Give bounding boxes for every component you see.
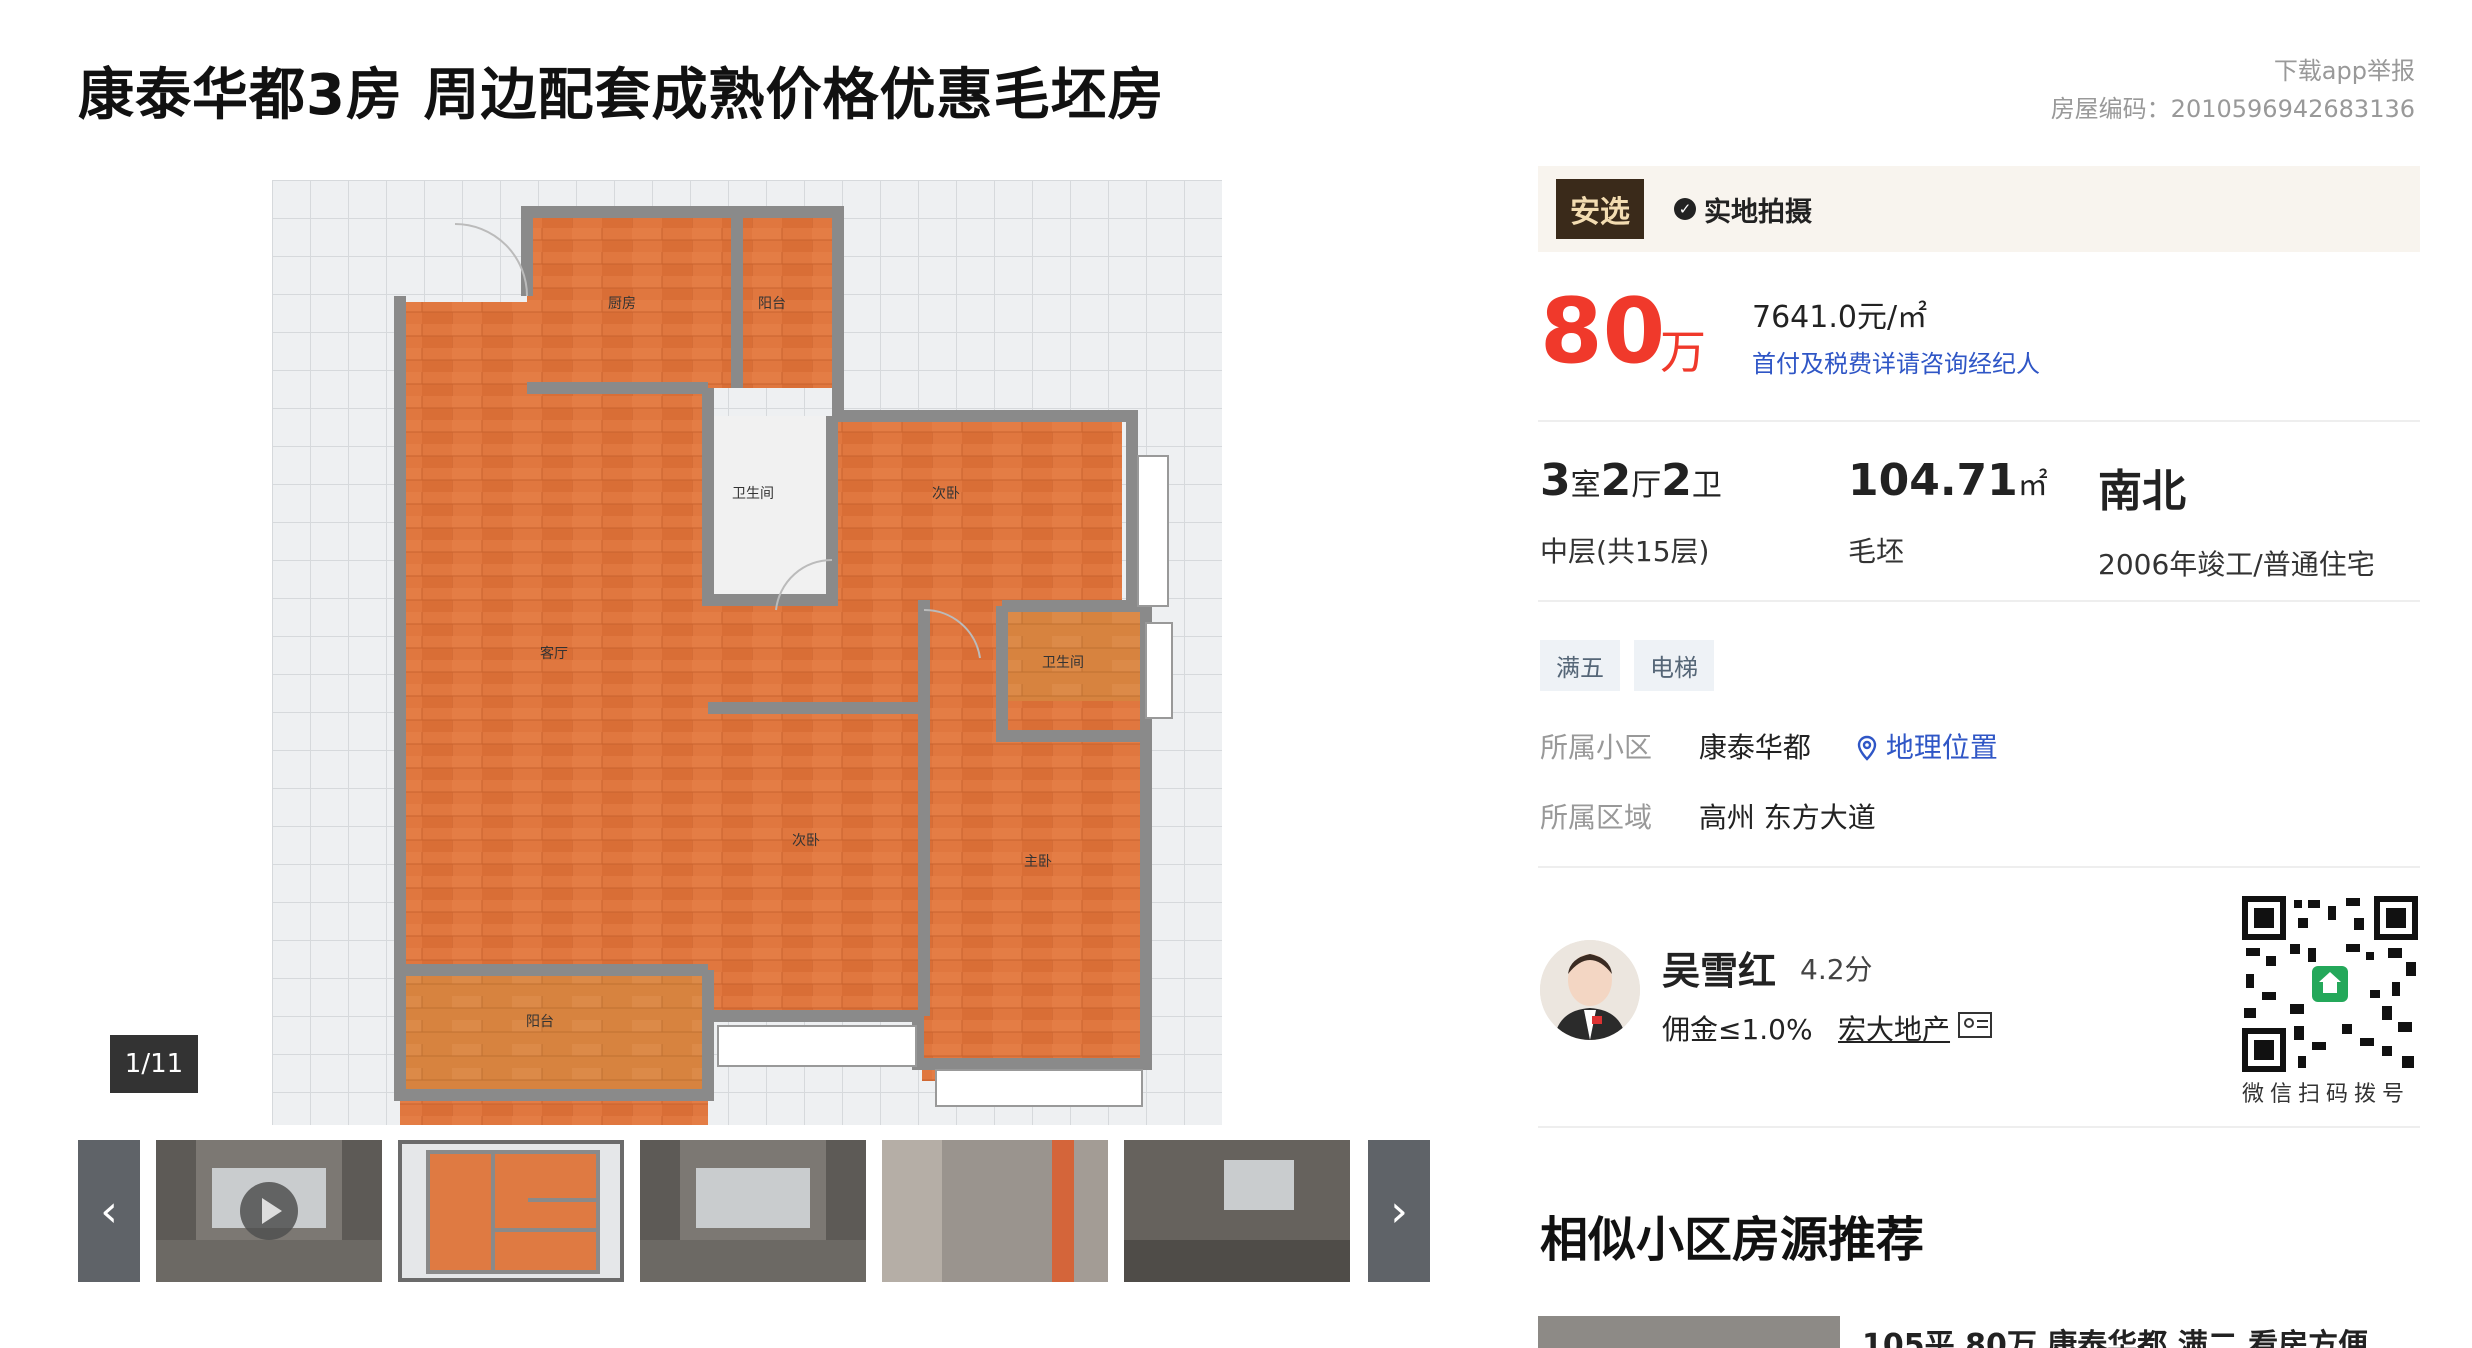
community-row: 所属小区 康泰华都 地理位置 xyxy=(1540,726,1998,766)
area-value: 104.71㎡ xyxy=(1848,455,2048,506)
agent-company-link[interactable]: 宏大地产 xyxy=(1838,1008,1950,1048)
room-label: 客厅 xyxy=(540,645,568,662)
room-label: 卫生间 xyxy=(1042,655,1084,671)
room-label: 主卧 xyxy=(1024,854,1052,870)
image-counter: 1/11 xyxy=(110,1035,198,1093)
qr-code-icon xyxy=(2242,896,2418,1072)
geo-location-link[interactable]: 地理位置 xyxy=(1856,731,1998,764)
orientation-value: 南北 xyxy=(2098,466,2186,517)
thumbnail-floorplan[interactable] xyxy=(398,1140,624,1282)
room-label: 次卧 xyxy=(792,833,820,849)
region-value[interactable]: 高州 东方大道 xyxy=(1699,801,1876,834)
divider xyxy=(1538,1126,2420,1128)
main-floorplan-image[interactable]: 厨房 阳台 卫生间 次卧 客厅 卫生间 次卧 主卧 阳台 xyxy=(272,180,1222,1125)
room-label: 阳台 xyxy=(758,296,786,312)
prev-thumb-button[interactable]: ‹ xyxy=(78,1140,140,1282)
thumbnail-photo[interactable] xyxy=(882,1140,1108,1282)
location-pin-icon xyxy=(1857,735,1877,761)
tax-consult-link[interactable]: 首付及税费详请咨询经纪人 xyxy=(1752,344,2040,379)
top-meta: 下载app举报 房屋编码：2010596942683136 xyxy=(2051,52,2415,128)
room-label: 卫生间 xyxy=(732,486,774,502)
decoration-info: 毛坯 xyxy=(1848,535,1905,568)
report-link[interactable]: 下载app举报 xyxy=(2051,52,2415,90)
business-card-icon[interactable] xyxy=(1958,1012,1992,1038)
agent-commission: 佣金≤1.0% xyxy=(1662,1013,1813,1046)
chevron-right-icon: › xyxy=(1390,1185,1408,1237)
thumbnail-strip: ‹ › xyxy=(78,1140,1430,1282)
next-thumb-button[interactable]: › xyxy=(1368,1140,1430,1282)
play-icon[interactable] xyxy=(240,1182,298,1240)
thumbnail-video[interactable] xyxy=(156,1140,382,1282)
room-label: 厨房 xyxy=(608,296,636,312)
divider xyxy=(1538,866,2420,868)
layout-value: 3室2厅2卫 xyxy=(1540,455,1722,506)
room-photo-thumb xyxy=(1124,1140,1350,1282)
room-label: 阳台 xyxy=(526,1014,554,1030)
tag: 电梯 xyxy=(1634,640,1714,691)
region-row: 所属区域 高州 东方大道 xyxy=(1540,796,1876,836)
build-year-info: 2006年竣工/普通住宅 xyxy=(2098,548,2375,581)
wechat-qr-code[interactable] xyxy=(2242,896,2418,1072)
listing-title: 康泰华都3房 周边配套成熟价格优惠毛坯房 xyxy=(78,63,1165,128)
agent-name[interactable]: 吴雪红 xyxy=(1662,940,1776,995)
spec-orientation: 南北 2006年竣工/普通住宅 xyxy=(2098,455,2375,583)
floorplan-thumb xyxy=(398,1140,624,1282)
community-label: 所属小区 xyxy=(1540,731,1653,764)
tag: 满五 xyxy=(1540,640,1620,691)
floor-info: 中层(共15层) xyxy=(1540,535,1710,568)
room-photo-thumb xyxy=(882,1140,1108,1282)
spec-area: 104.71㎡ 毛坯 xyxy=(1848,455,2048,570)
room-photo-thumb xyxy=(640,1140,866,1282)
unit-price: 7641.0元/㎡ xyxy=(1752,300,1928,335)
divider xyxy=(1538,420,2420,422)
room-label: 次卧 xyxy=(932,486,960,502)
verified-badge-bar: 安选 ✓ 实地拍摄 xyxy=(1538,166,2420,252)
onsite-photo-badge: ✓ 实地拍摄 xyxy=(1674,190,1812,229)
floorplan-svg: 厨房 阳台 卫生间 次卧 客厅 卫生间 次卧 主卧 阳台 xyxy=(272,180,1222,1125)
onsite-photo-label: 实地拍摄 xyxy=(1704,196,1812,228)
agent-score: 4.2分 xyxy=(1800,953,1873,986)
agent-avatar[interactable] xyxy=(1540,940,1640,1040)
qr-label: 微信扫码拨号 xyxy=(2242,1082,2411,1107)
chevron-left-icon: ‹ xyxy=(100,1185,118,1237)
recommend-section-title: 相似小区房源推荐 xyxy=(1540,1212,1925,1268)
thumbnail-photo[interactable] xyxy=(1124,1140,1350,1282)
community-value[interactable]: 康泰华都 xyxy=(1699,731,1811,764)
house-code: 房屋编码：2010596942683136 xyxy=(2050,95,2415,123)
recommend-item-title[interactable]: 105平 80万 康泰华都 满二 看房方便... xyxy=(1862,1320,2422,1348)
agent-photo xyxy=(1540,940,1640,1040)
check-icon: ✓ xyxy=(1674,198,1696,220)
spec-layout: 3室2厅2卫 中层(共15层) xyxy=(1540,455,1722,570)
price-unit: 万 xyxy=(1660,325,1706,379)
region-label: 所属区域 xyxy=(1540,801,1653,834)
feature-tags: 满五 电梯 xyxy=(1540,640,1714,691)
recommend-thumb[interactable] xyxy=(1538,1316,1840,1348)
divider xyxy=(1538,600,2420,602)
total-price: 80 xyxy=(1540,279,1666,384)
thumbnail-photo[interactable] xyxy=(640,1140,866,1282)
anxuan-badge: 安选 xyxy=(1556,179,1644,239)
